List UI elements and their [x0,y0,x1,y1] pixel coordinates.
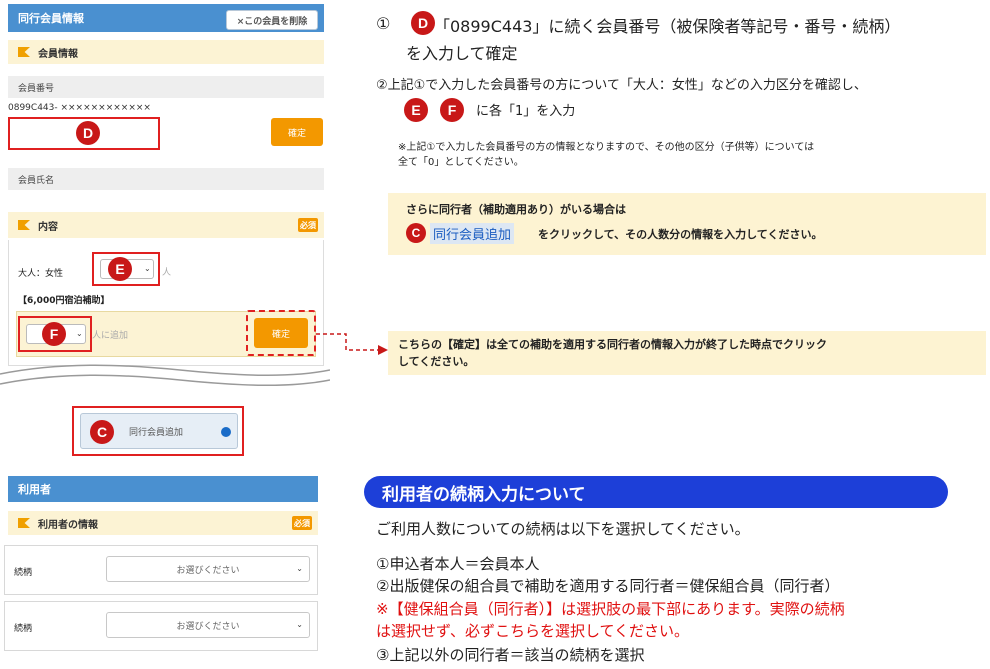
relation-label: 続柄 [14,568,33,578]
delete-member-button[interactable]: ×この会員を削除 [226,10,318,30]
member-number-prefix: 0899C443- ×××××××××××× [8,103,151,113]
step2-note-line2: 全て「0」としてください。 [398,157,524,168]
relation-section-heading: 利用者の続柄入力について [364,476,948,508]
content-section-title: 内容 [38,221,58,233]
relation-select-1[interactable]: お選びください ⌄ [106,556,310,582]
companion-note-link: 同行会員追加 [430,223,515,244]
confirm-note-line1: こちらの【確定】は全ての補助を適用する同行者の情報入力が終了した時点でクリック [398,338,827,351]
badge-d-inline: D [411,11,435,35]
chevron-down-icon: ⌄ [76,329,83,338]
user-info-section-title: 利用者の情報 [38,519,98,531]
relation-intro: ご利用人数についての続柄は以下を選択してください。 [376,520,750,538]
companion-note-text: をクリックして、その人数分の情報を入力してください。 [538,228,823,241]
relation-warning-line1: ※【健保組合員（同行者）】は選択肢の最下部にあります。実際の続柄 [376,600,845,618]
required-badge: 必須 [298,218,318,232]
subsidy-label: 【6,000円宿泊補助】 [18,296,110,306]
user-info-section: 利用者の情報 必須 [8,511,318,535]
flag-icon [18,518,30,528]
add-people-text: 人に追加 [92,331,129,341]
confirm-note-line2: してください。 [398,355,475,368]
relation-select-2[interactable]: お選びください ⌄ [106,612,310,638]
step1-text-line2: を入力して確定 [406,44,518,63]
unit-person: 人 [162,268,172,278]
relation-item-3: ③上記以外の同行者＝該当の続柄を選択 [376,646,645,664]
relation-select-placeholder: お選びください [176,621,240,632]
step1-text-line1: 「0899C443」に続く会員番号（被保険者等記号・番号・続柄） [434,17,901,36]
step2-text-line2: に各「1」を入力 [476,104,576,119]
subsidy-confirm-button[interactable]: 確定 [254,318,308,348]
arrow-right-circle-icon [221,427,231,437]
member-number-label: 会員番号 [8,76,324,98]
badge-d: D [76,121,100,145]
dashed-arrow-icon [316,333,388,355]
member-name-label: 会員氏名 [8,168,324,190]
user-panel-header: 利用者 [8,476,318,502]
member-info-section-title: 会員情報 [38,48,78,60]
badge-f: F [42,322,66,346]
step1-number: ① [376,14,391,33]
badge-e-inline: E [404,98,428,122]
required-badge: 必須 [292,516,312,530]
companion-panel-title: 同行会員情報 [18,12,84,25]
relation-warning-line2: は選択せず、必ずこちらを選択してください。 [376,622,690,640]
companion-panel-header: 同行会員情報 ×この会員を削除 [8,4,324,32]
relation-label: 続柄 [14,624,33,634]
add-companion-button-label: 同行会員追加 [129,427,184,438]
relation-item-2: ②出版健保の組合員で補助を適用する同行者＝健保組合員（同行者） [376,577,840,595]
step2-text-line1: ②上記①で入力した会員番号の方について「大人：女性」などの入力区分を確認し、 [376,78,867,93]
member-info-section: 会員情報 [8,40,324,64]
badge-f-inline: F [440,98,464,122]
user-panel-title: 利用者 [18,483,51,496]
badge-c: C [90,420,114,444]
content-section: 内容 必須 [8,212,324,238]
chevron-down-icon: ⌄ [296,620,303,629]
flag-icon [18,47,30,57]
page-cut-divider [0,364,330,387]
relation-select-placeholder: お選びください [176,565,240,576]
member-confirm-button[interactable]: 確定 [271,118,323,146]
badge-e: E [108,257,132,281]
step2-note-line1: ※上記①で入力した会員番号の方の情報となりますので、その他の区分（子供等）につい… [398,142,815,153]
companion-note-title: さらに同行者（補助適用あり）がいる場合は [406,203,626,216]
chevron-down-icon: ⌄ [144,264,151,273]
flag-icon [18,220,30,230]
adult-female-label: 大人：女性 [18,269,64,279]
relation-item-1: ①申込者本人＝会員本人 [376,555,540,573]
badge-c-inline: C [406,223,426,243]
chevron-down-icon: ⌄ [296,564,303,573]
